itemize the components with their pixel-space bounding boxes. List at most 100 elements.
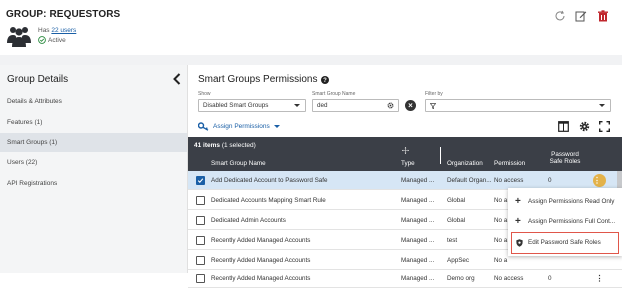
- smart-group-name-value: ded: [317, 102, 328, 109]
- columns-icon[interactable]: [558, 121, 569, 132]
- col-password-safe-roles[interactable]: Password Safe Roles: [543, 151, 587, 165]
- cell-name: Dedicated Accounts Mapping Smart Rule: [211, 197, 326, 204]
- col-organization[interactable]: Organization: [447, 160, 483, 167]
- col-psr-line1: Password: [551, 151, 579, 158]
- cell-type: Managed ...: [401, 275, 435, 282]
- col-permission[interactable]: Permission: [494, 160, 525, 167]
- items-count: 41 items (1 selected): [194, 142, 256, 149]
- show-select-value: Disabled Smart Groups: [203, 102, 269, 109]
- cell-org: Global: [447, 197, 466, 204]
- sidebar-item-smart-groups[interactable]: Smart Groups (1): [0, 133, 187, 152]
- filter-by-select[interactable]: [425, 99, 611, 112]
- cell-name: Recently Added Managed Accounts: [211, 257, 311, 264]
- column-resize-handle[interactable]: [440, 147, 441, 164]
- cell-type: Managed ...: [401, 217, 435, 224]
- menu-item-full-control[interactable]: + Assign Permissions Full Cont...: [508, 212, 622, 232]
- cell-org: test: [447, 237, 458, 244]
- cell-psr: 0: [548, 275, 552, 282]
- group-details-sidebar: Group Details Details & Attributes Featu…: [0, 65, 188, 273]
- cell-permission: No a: [494, 257, 508, 264]
- table-header: 41 items (1 selected) Smart Group Name T…: [188, 137, 622, 171]
- row-checkbox[interactable]: [196, 236, 205, 245]
- menu-item-label: Assign Permissions Full Cont...: [528, 218, 616, 225]
- cell-name: Recently Added Managed Accounts: [211, 275, 311, 282]
- cell-name: Add Dedicated Account to Password Safe: [211, 177, 328, 184]
- shield-icon: [516, 239, 523, 247]
- sidebar-title: Group Details: [7, 74, 69, 85]
- move-icon[interactable]: [402, 147, 409, 154]
- key-icon: [198, 122, 209, 131]
- cell-org: Demo org: [447, 275, 475, 282]
- row-checkbox[interactable]: [196, 256, 205, 265]
- cell-permission: No a: [494, 237, 508, 244]
- section-divider: [0, 55, 622, 65]
- smart-group-name-label: Smart Group Name: [312, 91, 356, 97]
- cell-type: Managed ...: [401, 257, 435, 264]
- cell-name: Dedicated Admin Accounts: [211, 217, 286, 224]
- assign-permissions-label: Assign Permissions: [213, 123, 270, 130]
- clear-icon[interactable]: ×: [405, 100, 416, 111]
- panel-title: Smart Groups Permissions ?: [198, 74, 330, 85]
- cell-permission: No a: [494, 197, 508, 204]
- help-icon[interactable]: ?: [321, 75, 330, 84]
- gear-icon: [387, 102, 394, 109]
- row-checkbox[interactable]: [196, 274, 205, 283]
- cell-org: Default Organ...: [447, 177, 492, 184]
- chevron-down-icon: [273, 125, 280, 128]
- panel-title-text: Smart Groups Permissions: [198, 74, 318, 85]
- cell-type: Managed ...: [401, 197, 435, 204]
- page-title: GROUP: REQUESTORS: [6, 9, 121, 20]
- users-count: Has 22 users: [38, 27, 76, 34]
- plus-icon: +: [515, 216, 521, 227]
- show-label: Show: [198, 91, 211, 97]
- assign-permissions-button[interactable]: Assign Permissions: [198, 122, 280, 131]
- kebab-icon[interactable]: ⋮: [593, 174, 606, 187]
- menu-item-read-only[interactable]: + Assign Permissions Read Only: [508, 192, 622, 212]
- page-header: GROUP: REQUESTORS Has 22 users Active: [0, 0, 622, 55]
- col-smart-group-name[interactable]: Smart Group Name: [211, 160, 266, 167]
- cell-type: Managed ...: [401, 237, 435, 244]
- fullscreen-icon[interactable]: [599, 121, 610, 132]
- menu-item-label: Edit Password Safe Roles: [528, 239, 601, 246]
- chevron-down-icon: [599, 104, 605, 107]
- chevron-left-icon[interactable]: [172, 73, 182, 85]
- status-text: Active: [48, 36, 66, 44]
- row-checkbox[interactable]: [196, 216, 205, 225]
- sidebar-item-users[interactable]: Users (22): [0, 153, 187, 172]
- sidebar-item-api-registrations[interactable]: API Registrations: [0, 174, 187, 193]
- cell-org: AppSec: [447, 257, 470, 264]
- smart-group-name-input[interactable]: ded: [312, 99, 399, 112]
- table-row[interactable]: Recently Added Managed Accounts Managed …: [188, 269, 622, 288]
- col-psr-line2: Safe Roles: [549, 158, 581, 165]
- check-circle-icon: [38, 36, 46, 44]
- menu-item-label: Assign Permissions Read Only: [528, 198, 615, 205]
- trash-icon[interactable]: [597, 10, 609, 22]
- row-checkbox[interactable]: [196, 176, 205, 185]
- users-link[interactable]: 22 users: [51, 27, 76, 34]
- svg-text:?: ?: [324, 78, 328, 84]
- status-badge: Active: [38, 36, 66, 44]
- kebab-icon[interactable]: ⋮: [593, 272, 606, 285]
- cell-org: Global: [447, 217, 466, 224]
- cell-type: Managed ...: [401, 177, 435, 184]
- cell-name: Recently Added Managed Accounts: [211, 237, 311, 244]
- gear-icon[interactable]: [579, 121, 590, 132]
- chevron-down-icon: [294, 104, 300, 107]
- filter-icon: [430, 103, 436, 109]
- refresh-icon[interactable]: [554, 10, 566, 22]
- show-select[interactable]: Disabled Smart Groups: [198, 99, 306, 112]
- row-checkbox[interactable]: [196, 196, 205, 205]
- edit-icon[interactable]: [575, 10, 587, 22]
- cell-permission: No a: [494, 217, 508, 224]
- users-group-icon: [7, 27, 31, 47]
- sidebar-item-features[interactable]: Features (1): [0, 113, 187, 132]
- filter-by-label: Filter by: [425, 91, 443, 97]
- items-count-total: 41 items: [194, 142, 221, 149]
- has-prefix: Has: [38, 27, 50, 34]
- row-actions-menu: + Assign Permissions Read Only + Assign …: [508, 188, 622, 256]
- sidebar-item-details[interactable]: Details & Attributes: [0, 92, 187, 111]
- col-type[interactable]: Type: [401, 160, 415, 167]
- items-count-selected: (1 selected): [221, 142, 256, 149]
- menu-item-edit-password-safe-roles[interactable]: Edit Password Safe Roles: [511, 232, 619, 254]
- plus-icon: +: [515, 196, 521, 207]
